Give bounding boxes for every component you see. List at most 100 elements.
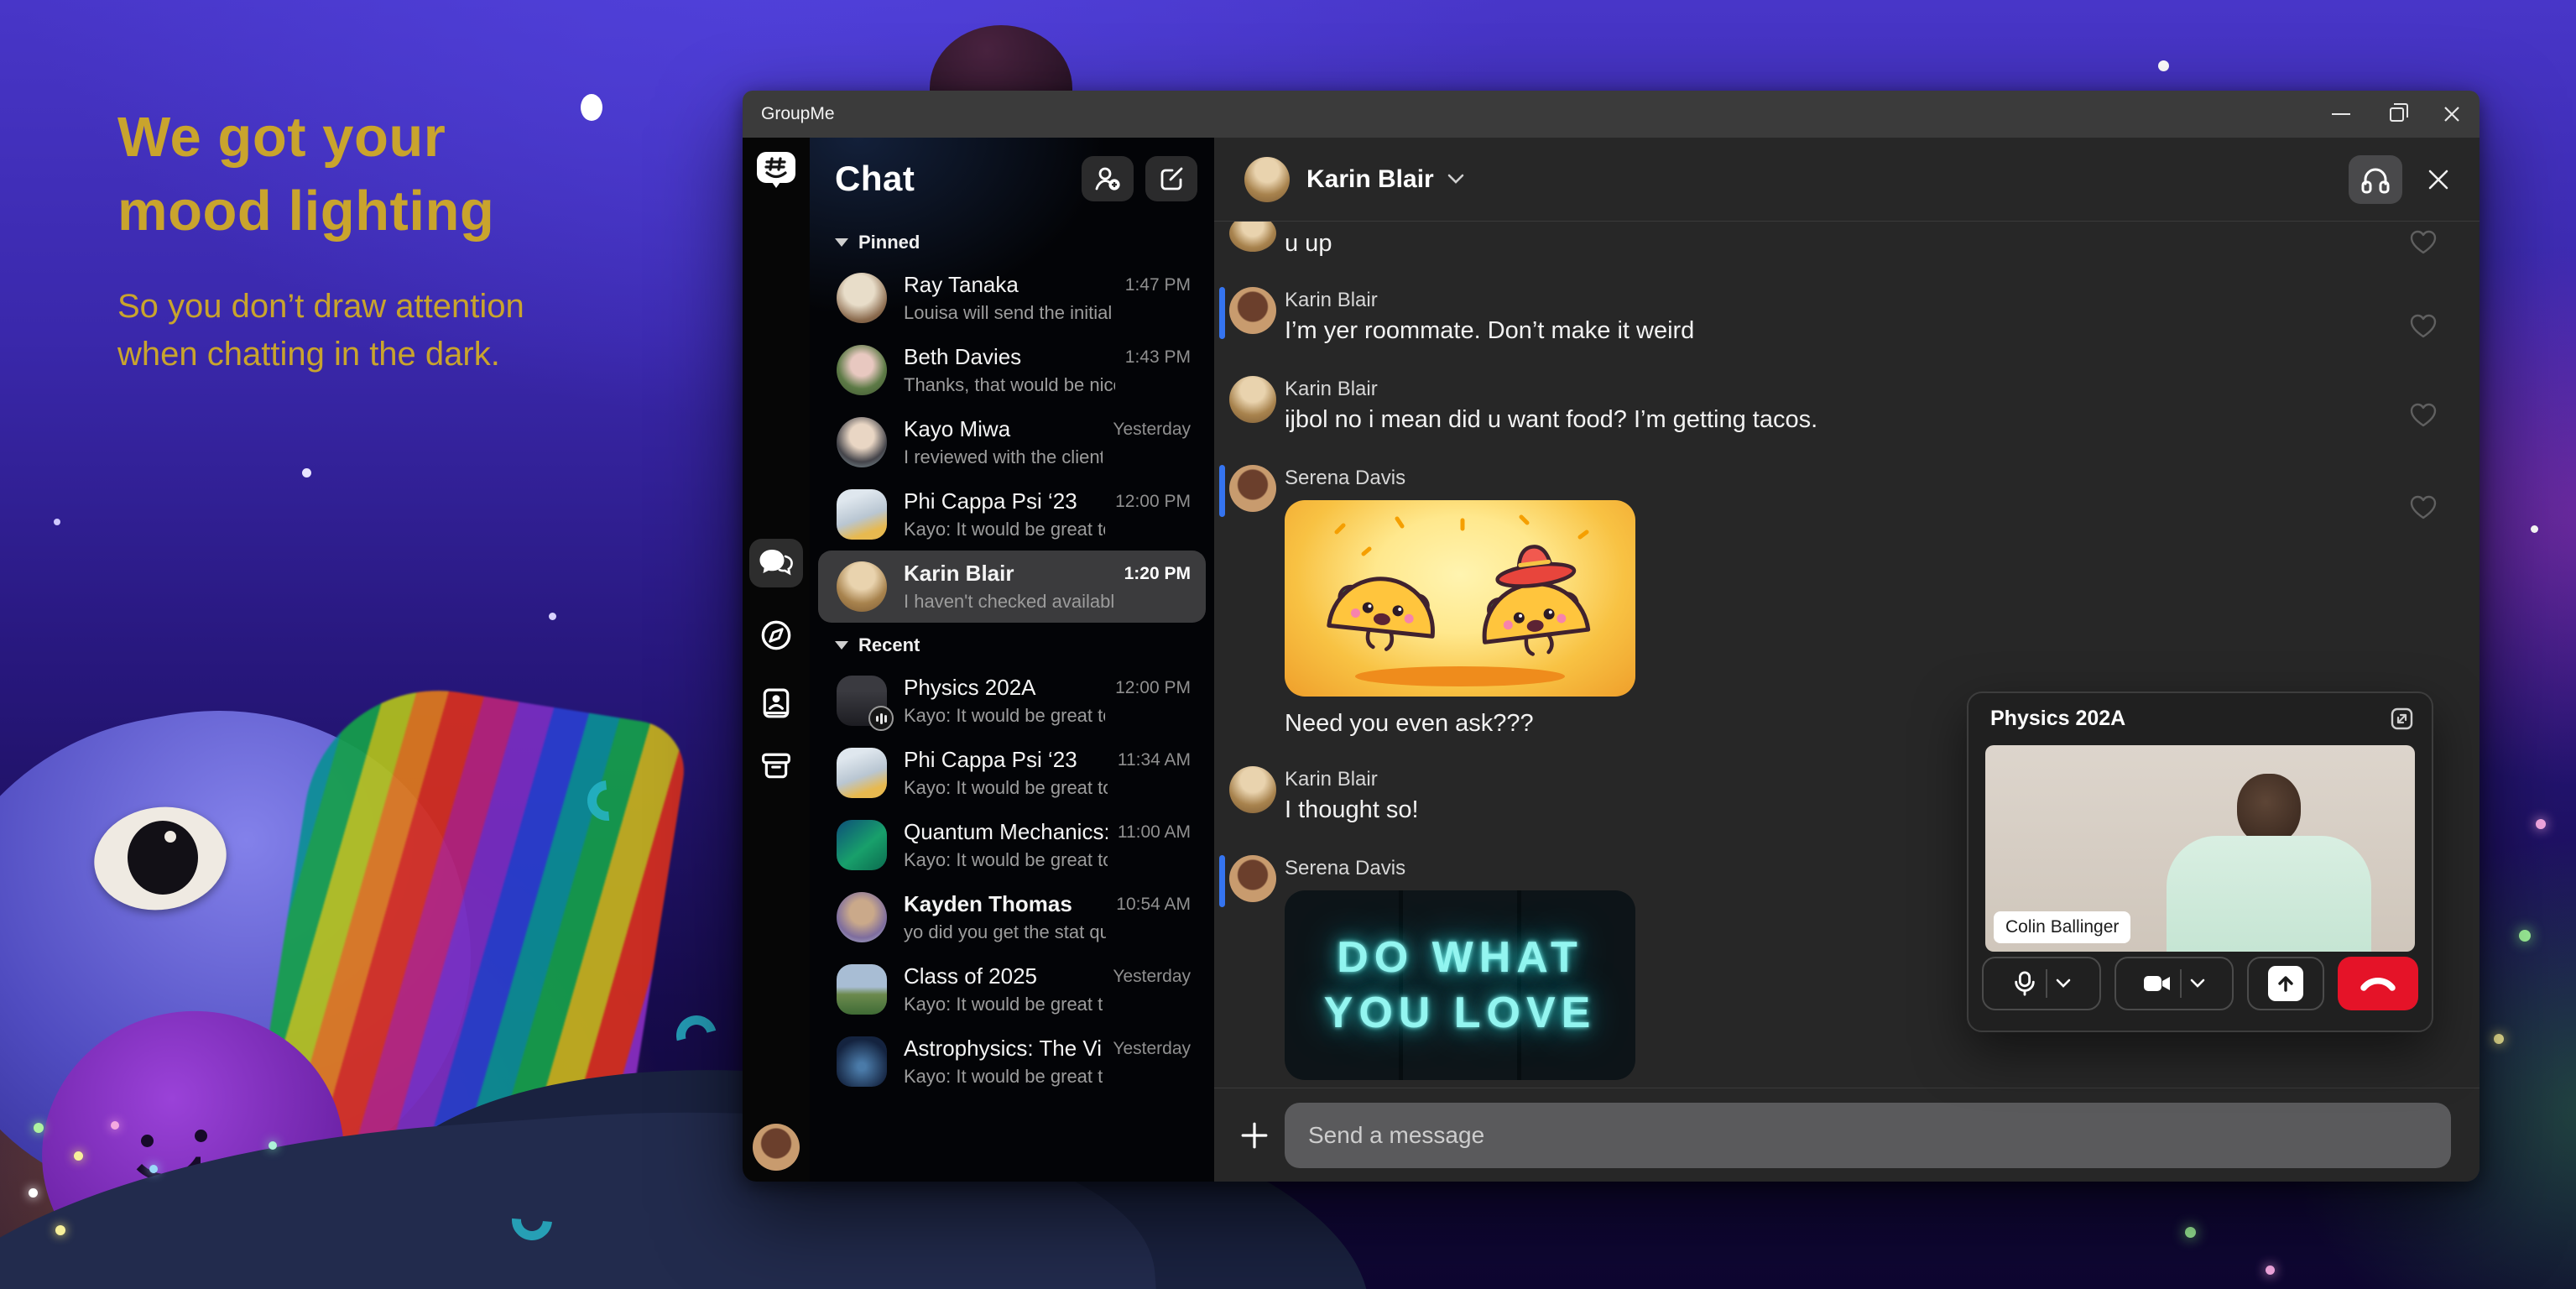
archive-icon <box>761 752 791 780</box>
headset-icon <box>2360 165 2391 194</box>
rail-item-contacts[interactable] <box>743 688 810 720</box>
chat-bubbles-icon <box>759 549 794 577</box>
pip-expand-icon <box>2391 707 2413 730</box>
close-icon <box>2443 105 2461 123</box>
window-title: GroupMe <box>743 104 2313 124</box>
chevron-down-icon <box>835 641 848 650</box>
rail-item-chats[interactable] <box>749 539 803 587</box>
chat-item-physics-202a[interactable]: Physics 202A Kayo: It would be great to … <box>818 665 1206 737</box>
subheadline: So you don’t draw attention when chattin… <box>117 283 722 378</box>
avatar <box>1229 465 1276 512</box>
video-feed[interactable]: Colin Ballinger <box>1985 745 2415 952</box>
call-controls <box>1969 957 2432 1010</box>
groupme-window: GroupMe <box>743 91 2480 1182</box>
message-u-up[interactable]: u up <box>1214 227 2480 260</box>
chevron-down-icon <box>1447 174 1464 185</box>
chat-list-title: Chat <box>835 159 1070 199</box>
minimize-button[interactable] <box>2313 91 2369 138</box>
message-roommate[interactable]: Karin Blair I’m yer roommate. Don’t make… <box>1214 287 2480 347</box>
taco-cartoon-image[interactable] <box>1285 500 1635 697</box>
avatar <box>837 748 887 798</box>
avatar <box>837 417 887 467</box>
heart-like-button[interactable] <box>2409 312 2438 343</box>
add-member-icon <box>1094 165 1121 192</box>
restore-button[interactable] <box>2369 91 2424 138</box>
share-screen-button[interactable] <box>2247 957 2324 1010</box>
heart-icon <box>2409 493 2438 520</box>
groupme-logo[interactable] <box>756 151 796 194</box>
avatar <box>1229 766 1276 813</box>
conversation-header: Karin Blair <box>1214 138 2480 222</box>
end-call-button[interactable] <box>2338 957 2418 1010</box>
mic-icon <box>2012 970 2037 997</box>
chat-item-class-of-2025[interactable]: Class of 2025 Kayo: It would be great to… <box>818 953 1206 1025</box>
avatar <box>837 964 887 1015</box>
avatar <box>1229 287 1276 334</box>
message-tacos-question[interactable]: Karin Blair ijbol no i mean did u want f… <box>1214 376 2480 436</box>
headline: We got your mood lighting <box>117 101 722 249</box>
chat-item-kayden-thomas[interactable]: Kayden Thomas yo did you get the stat qu… <box>818 881 1206 953</box>
avatar <box>837 561 887 612</box>
compose-button[interactable] <box>1145 156 1197 201</box>
close-button[interactable] <box>2424 91 2480 138</box>
participant-video <box>2237 774 2301 844</box>
call-panel: Physics 202A Colin Ballinger <box>1967 691 2433 1032</box>
avatar <box>1229 222 1276 252</box>
chat-item-astrophysics[interactable]: Astrophysics: The Violen... Kayo: It wou… <box>818 1025 1206 1098</box>
discover-icon <box>760 619 792 651</box>
chat-list-panel: Chat <box>810 138 1214 1182</box>
participant-name-tag: Colin Ballinger <box>1994 911 2130 943</box>
chevron-down-icon[interactable] <box>2190 978 2205 989</box>
camera-button[interactable] <box>2115 957 2234 1010</box>
chat-item-quantum-mechanics[interactable]: Quantum Mechanics: Wa... Kayo: It would … <box>818 809 1206 881</box>
new-message-marker <box>1219 855 1225 907</box>
avatar <box>837 820 887 870</box>
conversation-title[interactable]: Karin Blair <box>1306 165 1434 194</box>
chevron-down-icon <box>835 238 848 247</box>
neon-sign-image[interactable]: DO WHAT YOU LOVE <box>1285 890 1635 1080</box>
add-member-button[interactable] <box>1082 156 1134 201</box>
chat-item-karin-blair-selected[interactable]: Karin Blair I haven't checked available … <box>818 551 1206 623</box>
composer <box>1214 1088 2480 1182</box>
chat-item-phi-cappa-psi[interactable]: Phi Cappa Psi ‘23 Kayo: It would be grea… <box>818 478 1206 551</box>
avatar <box>1229 376 1276 423</box>
heart-icon <box>2409 401 2438 428</box>
avatar <box>837 1036 887 1087</box>
minimize-icon <box>2332 113 2350 115</box>
avatar <box>1229 855 1276 902</box>
avatar <box>837 345 887 395</box>
restore-icon <box>2390 107 2404 122</box>
mic-button[interactable] <box>1982 957 2101 1010</box>
join-call-button[interactable] <box>2349 155 2402 204</box>
close-conversation-button[interactable] <box>2427 169 2449 190</box>
plus-icon <box>1240 1121 1269 1150</box>
chat-item-ray-tanaka[interactable]: Ray Tanaka Louisa will send the initial … <box>818 262 1206 334</box>
attach-button[interactable] <box>1234 1115 1275 1156</box>
section-recent[interactable]: Recent <box>810 623 1214 665</box>
avatar[interactable] <box>1244 157 1290 202</box>
expand-call-button[interactable] <box>2391 707 2413 730</box>
rail-item-archive[interactable] <box>743 752 810 780</box>
chat-item-kayo-miwa[interactable]: Kayo Miwa I reviewed with the client on … <box>818 406 1206 478</box>
hang-up-icon <box>2360 975 2396 992</box>
avatar <box>837 273 887 323</box>
conversation-panel: Karin Blair <box>1214 138 2480 1182</box>
heart-like-button[interactable] <box>2409 493 2438 524</box>
chat-item-phi-cappa-psi-2[interactable]: Phi Cappa Psi ‘23 Kayo: It would be grea… <box>818 737 1206 809</box>
section-pinned[interactable]: Pinned <box>810 220 1214 262</box>
titlebar[interactable]: GroupMe <box>743 91 2480 138</box>
avatar <box>837 676 887 726</box>
heart-like-button[interactable] <box>2409 228 2438 259</box>
rail-item-discover[interactable] <box>743 619 810 651</box>
current-user-avatar[interactable] <box>753 1124 800 1171</box>
chat-item-beth-davies[interactable]: Beth Davies Thanks, that would be nice. … <box>818 334 1206 406</box>
chevron-down-icon[interactable] <box>2056 978 2071 989</box>
heart-icon <box>2409 312 2438 339</box>
contacts-icon <box>761 688 791 720</box>
new-message-marker <box>1219 287 1225 339</box>
avatar <box>837 489 887 540</box>
conversation-menu-button[interactable] <box>1447 174 1464 185</box>
heart-like-button[interactable] <box>2409 401 2438 432</box>
compose-icon <box>1158 165 1185 192</box>
message-input[interactable] <box>1285 1103 2451 1168</box>
